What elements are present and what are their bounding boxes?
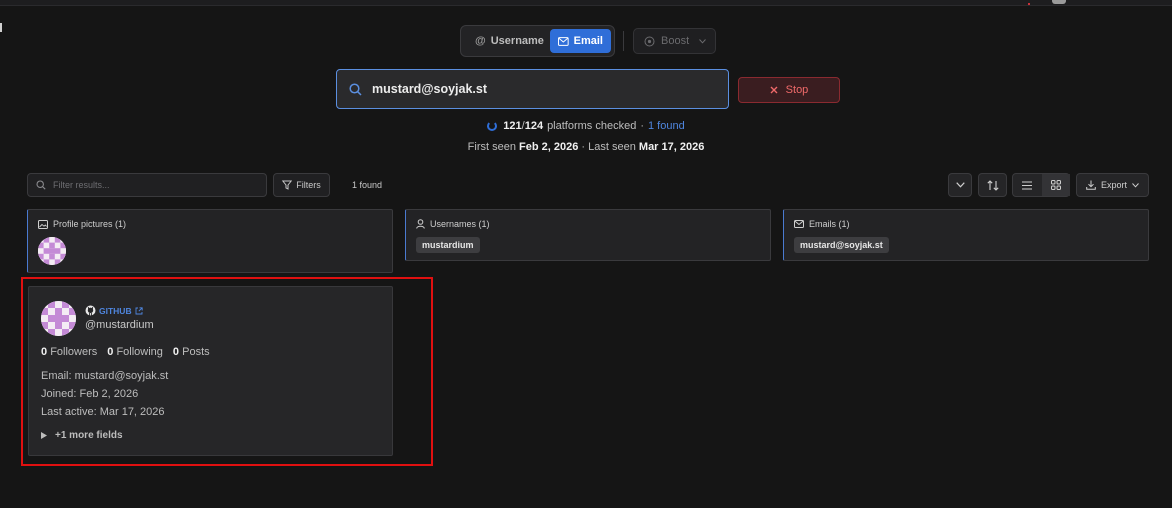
avatar-thumbnail[interactable] <box>38 237 66 265</box>
funnel-icon <box>282 180 293 190</box>
sort-button[interactable] <box>978 173 1007 197</box>
notification-dot <box>1028 3 1030 5</box>
export-button[interactable]: Export <box>1076 173 1149 197</box>
grid-view-button[interactable] <box>1042 174 1070 196</box>
search-icon <box>36 180 46 190</box>
grid-icon <box>1051 180 1061 190</box>
image-icon <box>38 219 48 229</box>
email-mode-button[interactable]: Email <box>550 29 611 53</box>
filter-input[interactable] <box>53 180 253 190</box>
filters-label: Filters <box>296 180 321 190</box>
seen-dates: First seen Feb 2, 2026 · Last seen Mar 1… <box>0 141 1172 153</box>
results-count: 1 found <box>352 180 383 190</box>
usernames-title: Usernames (1) <box>430 219 490 229</box>
profile-pictures-title: Profile pictures (1) <box>53 219 127 229</box>
download-icon <box>1086 180 1096 190</box>
first-seen-label: First seen <box>467 141 516 153</box>
found-count-link[interactable]: 1 found <box>648 120 685 132</box>
username-mode-button[interactable]: @ Username <box>467 29 551 53</box>
at-icon: @ <box>475 35 486 47</box>
checked-count: 121 <box>503 120 522 132</box>
username-mode-label: Username <box>490 35 544 47</box>
status-separator: · <box>640 120 644 132</box>
identicon-image <box>38 237 66 265</box>
search-box <box>336 69 729 109</box>
boost-dropdown[interactable]: Boost <box>633 28 716 54</box>
filter-box <box>27 173 267 197</box>
search-input[interactable] <box>372 82 702 96</box>
list-icon <box>1022 180 1032 190</box>
boost-label: Boost <box>661 35 690 47</box>
email-mode-label: Email <box>573 35 603 47</box>
scan-status: 121/124 platforms checked · 1 found <box>0 120 1172 132</box>
user-icon <box>416 219 425 229</box>
view-toggle <box>1012 173 1070 197</box>
collapse-button[interactable] <box>948 173 972 197</box>
search-icon <box>349 82 362 96</box>
mail-icon <box>794 220 804 228</box>
stop-label: Stop <box>785 84 809 96</box>
close-icon <box>770 86 778 94</box>
panel-title: Emails (1) <box>794 219 850 229</box>
chevron-down-icon <box>1132 182 1139 188</box>
dates-separator: · <box>581 141 586 153</box>
loading-spinner-icon <box>487 121 498 131</box>
first-seen-value: Feb 2, 2026 <box>519 141 579 153</box>
list-view-button[interactable] <box>1013 174 1041 196</box>
mail-icon <box>558 36 569 46</box>
boost-icon <box>644 36 655 46</box>
window-control-icon[interactable] <box>1052 0 1066 4</box>
status-suffix: platforms checked <box>547 120 637 132</box>
last-seen-value: Mar 17, 2026 <box>638 141 705 153</box>
profile-pictures-panel: Profile pictures (1) <box>27 209 393 273</box>
export-label: Export <box>1100 180 1127 190</box>
filters-button[interactable]: Filters <box>273 173 330 197</box>
sort-icon <box>986 179 999 191</box>
chevron-down-icon <box>699 38 707 44</box>
edge-marker <box>0 23 2 32</box>
stop-button[interactable]: Stop <box>738 77 840 103</box>
panel-title: Profile pictures (1) <box>38 219 126 229</box>
search-mode-toggle: @ Username Email <box>460 25 615 57</box>
emails-title: Emails (1) <box>809 219 850 229</box>
window-top-strip <box>0 0 1172 6</box>
chevron-down-icon <box>955 182 965 188</box>
usernames-panel: Usernames (1) mustardium <box>405 209 771 261</box>
total-count: 124 <box>524 120 544 132</box>
username-chip[interactable]: mustardium <box>416 237 480 253</box>
emails-panel: Emails (1) mustard@soyjak.st <box>783 209 1149 261</box>
toolbar-divider <box>623 31 624 51</box>
email-chip[interactable]: mustard@soyjak.st <box>794 237 889 253</box>
last-seen-label: Last seen <box>588 141 636 153</box>
selection-highlight <box>21 277 433 466</box>
panel-title: Usernames (1) <box>416 219 490 229</box>
